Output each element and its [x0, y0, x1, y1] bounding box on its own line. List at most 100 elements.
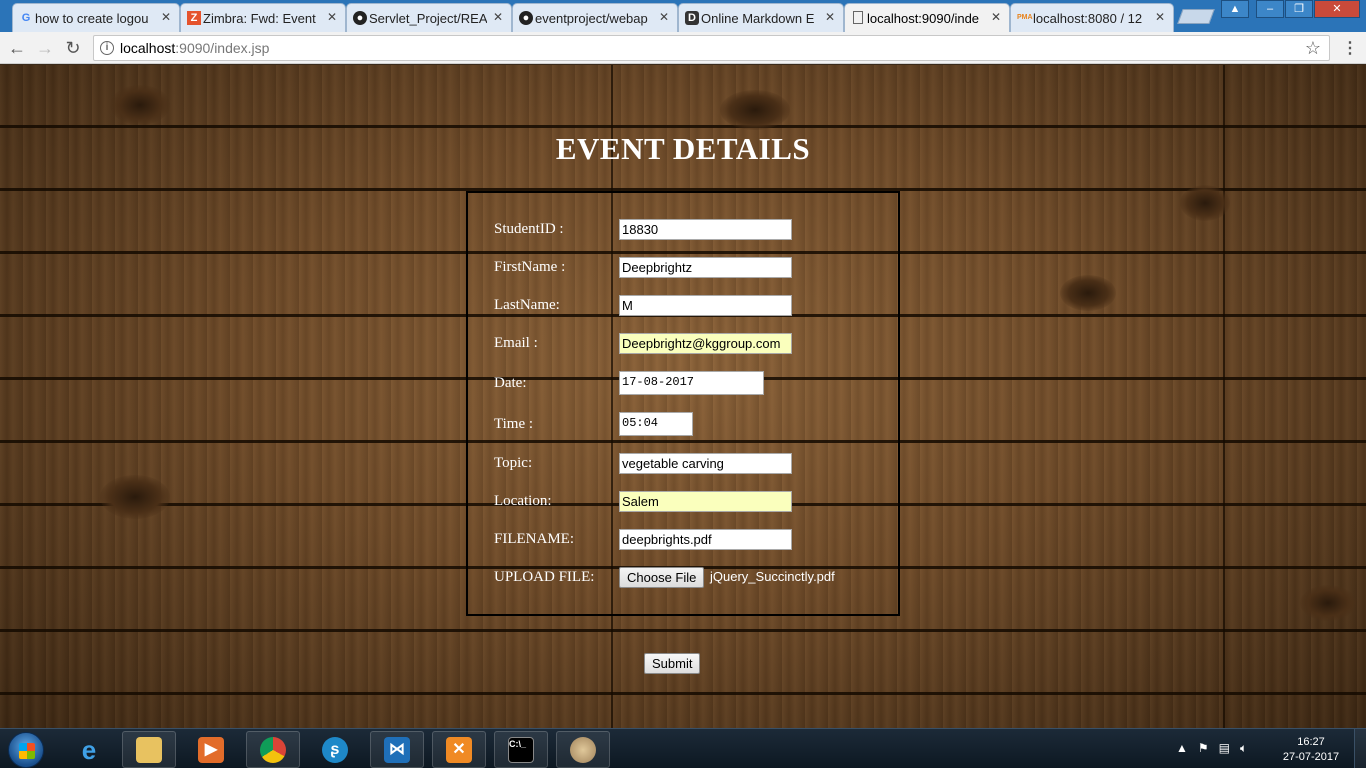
folder-icon: [136, 736, 162, 763]
windows-logo-icon: [19, 743, 35, 759]
back-arrow-icon[interactable]: ←: [6, 37, 28, 59]
volume-icon[interactable]: 🔈︎: [1240, 741, 1247, 756]
email-row: Email : Deepbrightz@kggroup.com: [468, 333, 898, 357]
taskbar-sourcetree[interactable]: ʂ: [308, 731, 362, 768]
tab-github-servlet[interactable]: ● Servlet_Project/REA ✕: [346, 3, 512, 32]
taskbar-file-explorer[interactable]: [122, 731, 176, 768]
show-desktop-button[interactable]: [1354, 729, 1366, 768]
show-hidden-icons-icon[interactable]: ▲: [1176, 741, 1188, 756]
time-row: Time : 05:04: [468, 412, 898, 436]
xampp-icon: ✕: [446, 736, 472, 763]
forward-arrow-icon[interactable]: →: [34, 37, 56, 59]
new-tab-button[interactable]: [1177, 9, 1215, 24]
info-icon[interactable]: i: [100, 41, 114, 55]
reload-icon[interactable]: ↻: [62, 37, 84, 59]
taskbar-command-prompt[interactable]: C:\_: [494, 731, 548, 768]
taskbar-internet-explorer[interactable]: e: [62, 731, 116, 768]
firstname-label: FirstName :: [494, 259, 566, 275]
tab-strip: G how to create logou ✕ Z Zimbra: Fwd: E…: [0, 0, 1366, 32]
upload-row: UPLOAD FILE: Choose File jQuery_Succinct…: [468, 567, 898, 591]
taskbar-clock[interactable]: 16:27 27-07-2017: [1278, 735, 1344, 765]
tab-phpmyadmin[interactable]: PMA localhost:8080 / 12 ✕: [1010, 3, 1174, 32]
wood-knot: [1180, 185, 1230, 221]
date-input[interactable]: 17-08-2017: [619, 371, 764, 395]
close-tab-icon[interactable]: ✕: [493, 10, 503, 24]
tab-title: localhost:8080 / 12: [1033, 10, 1143, 26]
topic-input[interactable]: vegetable carving: [619, 453, 792, 474]
page-title: EVENT DETAILS: [555, 131, 811, 166]
lastname-row: LastName: M: [468, 295, 898, 319]
sourcetree-icon: ʂ: [322, 736, 348, 763]
url-text: localhost:9090/index.jsp: [120, 40, 269, 56]
taskbar-media-player[interactable]: ▶: [184, 731, 238, 768]
firstname-input[interactable]: Deepbrightz: [619, 257, 792, 278]
internet-explorer-icon: e: [81, 734, 97, 765]
tab-title: Zimbra: Fwd: Event: [203, 10, 316, 26]
email-label: Email :: [494, 335, 538, 351]
github-icon: ●: [353, 11, 367, 25]
paint-palette-icon: [570, 736, 596, 763]
choose-file-button[interactable]: Choose File: [619, 567, 705, 588]
browser-toolbar: ← → ↻ i localhost:9090/index.jsp ☆ ⋮: [0, 32, 1366, 64]
vscode-icon: ⋈: [384, 736, 410, 763]
lastname-input[interactable]: M: [619, 295, 792, 316]
address-bar[interactable]: i localhost:9090/index.jsp ☆: [93, 35, 1330, 61]
maximize-button[interactable]: ❐: [1285, 0, 1313, 18]
taskbar-xampp[interactable]: ✕: [432, 731, 486, 768]
topic-row: Topic: vegetable carving: [468, 453, 898, 477]
time-input[interactable]: 05:04: [619, 412, 693, 436]
close-tab-icon[interactable]: ✕: [659, 10, 669, 24]
lastname-label: LastName:: [494, 297, 560, 313]
tab-title: localhost:9090/inde: [867, 10, 980, 26]
action-center-flag-icon[interactable]: ⚑: [1198, 741, 1209, 756]
windows-taskbar: e ▶ ʂ ⋈ ✕ C:\_ ▲ ⚑ ▤ 🔈︎ 16:27 27-07-2017: [0, 728, 1366, 768]
google-icon: G: [21, 12, 31, 24]
close-tab-icon[interactable]: ✕: [1155, 10, 1165, 24]
url-path: :9090/index.jsp: [175, 40, 270, 56]
clock-time: 16:27: [1297, 736, 1325, 748]
bookmark-star-icon[interactable]: ☆: [1305, 38, 1321, 59]
wood-knot: [110, 85, 170, 125]
tab-title: eventproject/webap: [535, 10, 648, 26]
tab-title: Online Markdown E: [701, 10, 815, 26]
time-label: Time :: [494, 416, 534, 432]
submit-button[interactable]: Submit: [644, 653, 701, 674]
studentid-label: StudentID :: [494, 221, 564, 237]
firstname-row: FirstName : Deepbrightz: [468, 257, 898, 281]
tab-google-search[interactable]: G how to create logou ✕: [12, 3, 180, 32]
email-input[interactable]: Deepbrightz@kggroup.com: [619, 333, 792, 354]
minimize-button[interactable]: –: [1256, 0, 1284, 18]
close-tab-icon[interactable]: ✕: [825, 10, 835, 24]
network-icon[interactable]: ▤: [1219, 741, 1230, 756]
terminal-icon: C:\_: [508, 736, 534, 763]
taskbar-chrome[interactable]: [246, 731, 300, 768]
filename-input[interactable]: deepbrights.pdf: [619, 529, 792, 550]
date-row: Date: 17-08-2017: [468, 371, 898, 395]
tab-localhost-9090[interactable]: localhost:9090/inde ✕: [844, 3, 1010, 32]
filename-row: FILENAME: deepbrights.pdf: [468, 529, 898, 553]
close-window-button[interactable]: ✕: [1314, 0, 1360, 18]
studentid-input[interactable]: 18830: [619, 219, 792, 240]
system-tray: ▲ ⚑ ▤ 🔈︎: [1176, 741, 1247, 756]
tab-markdown-editor[interactable]: D Online Markdown E ✕: [678, 3, 844, 32]
wood-knot: [100, 475, 170, 519]
selected-file-name: jQuery_Succinctly.pdf: [710, 569, 835, 584]
taskbar-visual-studio-code[interactable]: ⋈: [370, 731, 424, 768]
taskbar-paint[interactable]: [556, 731, 610, 768]
start-button[interactable]: [8, 732, 44, 768]
tab-zimbra[interactable]: Z Zimbra: Fwd: Event ✕: [180, 3, 346, 32]
event-form: StudentID : 18830 FirstName : Deepbright…: [466, 191, 900, 616]
media-player-icon: ▶: [198, 736, 224, 763]
close-tab-icon[interactable]: ✕: [327, 10, 337, 24]
window-controls: ▲ – ❐ ✕: [1220, 0, 1360, 18]
close-tab-icon[interactable]: ✕: [991, 10, 1001, 24]
tab-github-eventproject[interactable]: ● eventproject/webap ✕: [512, 3, 678, 32]
location-input[interactable]: Salem: [619, 491, 792, 512]
page-content: EVENT DETAILS StudentID : 18830 FirstNam…: [0, 65, 1366, 728]
menu-dots-icon[interactable]: ⋮: [1342, 38, 1358, 58]
close-tab-icon[interactable]: ✕: [161, 10, 171, 24]
user-icon[interactable]: ▲: [1221, 0, 1249, 18]
tab-title: how to create logou: [35, 10, 149, 26]
page-icon: [853, 11, 863, 24]
chrome-icon: [260, 736, 286, 763]
